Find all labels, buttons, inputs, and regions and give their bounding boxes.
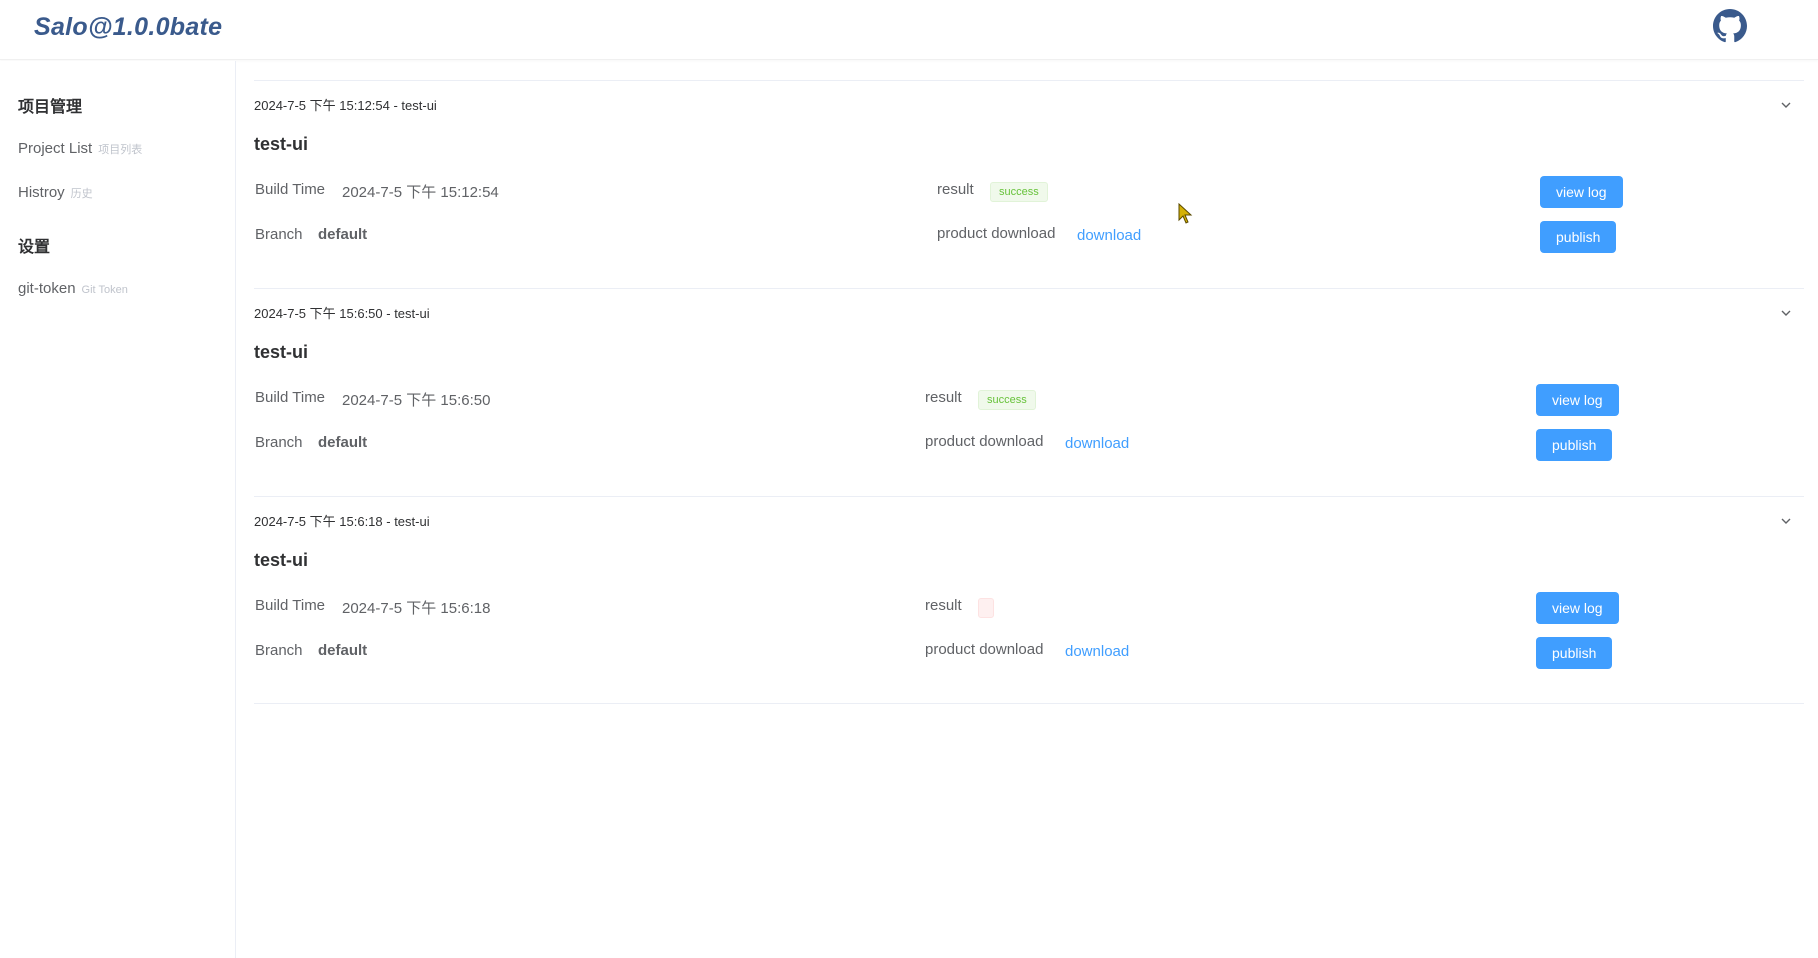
view-log-button[interactable]: view log [1540,176,1623,208]
sidebar-item-history[interactable]: Histroy 历史 [18,184,93,201]
branch-label: Branch [255,642,303,659]
record-title: test-ui [254,134,308,154]
product-download-label: product download [925,433,1044,450]
build-time-value: 2024-7-5 下午 15:6:50 [342,392,491,409]
publish-button[interactable]: publish [1536,637,1613,669]
sidebar-item-label: git-token [18,280,76,297]
sidebar-item-sublabel: 项目列表 [98,144,143,156]
record-header[interactable]: 2024-7-5 下午 15:6:18 - test-ui [254,511,430,530]
download-link[interactable]: download [1077,227,1141,244]
build-time-value: 2024-7-5 下午 15:6:18 [342,600,491,617]
app-logo[interactable]: Salo@1.0.0bate [34,13,222,42]
build-record: 2024-7-5 下午 15:12:54 - test-ui test-ui B… [254,80,1804,288]
chevron-down-icon[interactable] [1780,99,1792,111]
github-icon[interactable] [1713,9,1747,43]
sidebar-item-sublabel: 历史 [70,188,93,200]
build-record: 2024-7-5 下午 15:6:50 - test-ui test-ui Bu… [254,288,1804,496]
build-time-label: Build Time [255,389,326,406]
result-label: result [937,181,974,198]
record-header[interactable]: 2024-7-5 下午 15:12:54 - test-ui [254,95,437,114]
record-title: test-ui [254,550,308,570]
build-time-label: Build Time [255,597,326,614]
view-log-button[interactable]: view log [1536,592,1619,624]
branch-label: Branch [255,434,303,451]
mouse-cursor-icon [1178,203,1193,224]
sidebar: 项目管理 Project List 项目列表 Histroy 历史 设置 git-t… [0,61,236,958]
download-link[interactable]: download [1065,435,1129,452]
branch-value: default [318,434,368,451]
history-list: 2024-7-5 下午 15:12:54 - test-ui test-ui B… [254,61,1804,958]
status-badge [978,598,994,618]
publish-button[interactable]: publish [1536,429,1613,461]
sidebar-item-label: Project List [18,140,93,157]
build-record: 2024-7-5 下午 15:6:18 - test-ui test-ui Bu… [254,496,1804,704]
sidebar-item-sublabel: Git Token [81,284,128,296]
product-download-label: product download [937,225,1056,242]
view-log-button[interactable]: view log [1536,384,1619,416]
build-time-label: Build Time [255,181,326,198]
chevron-down-icon[interactable] [1780,307,1792,319]
group-title-settings: 设置 [18,239,51,256]
record-header[interactable]: 2024-7-5 下午 15:6:50 - test-ui [254,303,430,322]
top-header: Salo@1.0.0bate [0,0,1818,60]
branch-value: default [318,226,368,243]
branch-label: Branch [255,226,303,243]
chevron-down-icon[interactable] [1780,515,1792,527]
result-label: result [925,389,962,406]
status-badge: success [978,390,1036,410]
group-title-project-management: 项目管理 [18,99,83,116]
product-download-label: product download [925,641,1044,658]
result-label: result [925,597,962,614]
build-time-value: 2024-7-5 下午 15:12:54 [342,184,499,201]
download-link[interactable]: download [1065,643,1129,660]
sidebar-item-git-token[interactable]: git-token Git Token [18,280,128,297]
record-title: test-ui [254,342,308,362]
status-badge: success [990,182,1048,202]
sidebar-item-label: Histroy [18,184,65,201]
branch-value: default [318,642,368,659]
sidebar-item-project-list[interactable]: Project List 项目列表 [18,140,142,157]
publish-button[interactable]: publish [1540,221,1617,253]
